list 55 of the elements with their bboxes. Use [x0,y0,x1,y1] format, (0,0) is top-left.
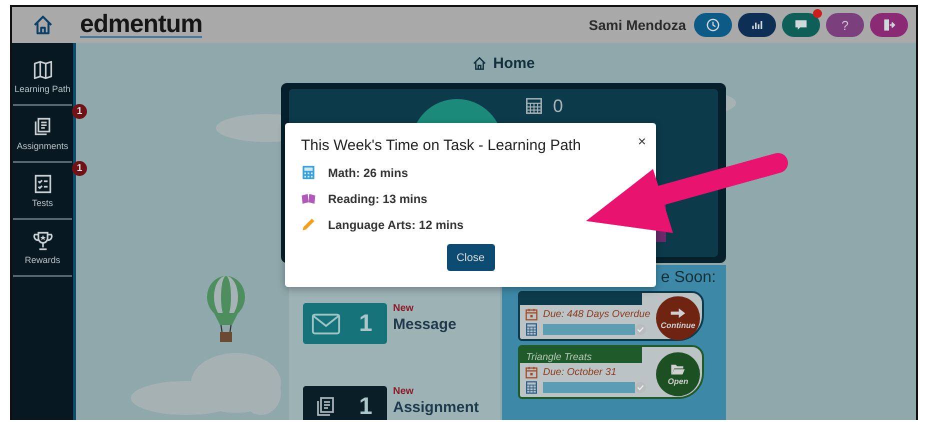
new-tag: New [393,386,479,397]
clock-icon [705,17,721,33]
modal-title: This Week's Time on Task - Learning Path [301,137,581,154]
exit-button[interactable] [870,13,908,37]
new-tag: New [393,303,456,314]
due-date: Due: October 31 [543,367,616,378]
count-tile[interactable]: 1 [303,386,387,420]
open-button[interactable]: Open [656,352,700,396]
counter-value: 0 [553,96,564,116]
home-icon [472,56,488,70]
open-book-icon [301,191,316,206]
calculator-icon [525,381,538,394]
sidebar-label: Learning Path [14,84,71,94]
card-title: Triangle Treats [526,352,592,363]
count-badge: 1 [72,104,87,119]
sidebar-item[interactable]: Assignments [13,106,72,163]
logo: edmentum [80,12,202,38]
trophy-icon [32,230,54,252]
home-icon[interactable] [32,14,54,36]
calculator-icon [525,97,543,115]
continue-button[interactable]: Continue [656,296,700,340]
exit-icon [881,17,897,33]
count-badge: 1 [72,161,87,176]
tile-label: Message [393,316,456,333]
envelope-icon [311,312,341,336]
help-button[interactable]: ? [826,13,864,37]
hot-air-balloon-drawing [206,275,246,345]
tile-label: Assignment [393,399,479,416]
sidebar-label: Assignments [16,141,68,151]
close-button[interactable]: × [638,133,646,149]
sidebar-item[interactable]: Learning Path [13,49,72,106]
page-title: Home [493,54,535,72]
panel-heading: e Soon: [660,269,716,287]
sidebar-item[interactable]: Tests [13,163,72,220]
check-icon [635,324,646,335]
user-name: Sami Mendoza [588,17,686,33]
close-button[interactable]: Close [446,244,494,271]
pencil-icon [301,217,316,232]
time-entry: Reading: 13 mins [328,192,428,206]
folder-icon [670,362,686,375]
arrow-right-icon [670,306,686,319]
calendar-icon [525,366,538,379]
check-icon [635,382,646,393]
sidebar-label: Tests [32,198,53,208]
calculator-icon [525,323,538,336]
map-icon [32,59,54,81]
time-entry: Language Arts: 12 mins [328,218,464,232]
clock-button[interactable] [694,13,732,37]
calculator-icon [301,165,316,180]
due-date: Due: 448 Days Overdue [543,309,650,320]
calendar-icon [525,308,538,321]
chart-button[interactable] [738,13,776,37]
time-entry: Math: 26 mins [328,166,408,180]
sidebar-label: Rewards [24,255,60,265]
sidebar-item[interactable]: Rewards [13,220,72,277]
